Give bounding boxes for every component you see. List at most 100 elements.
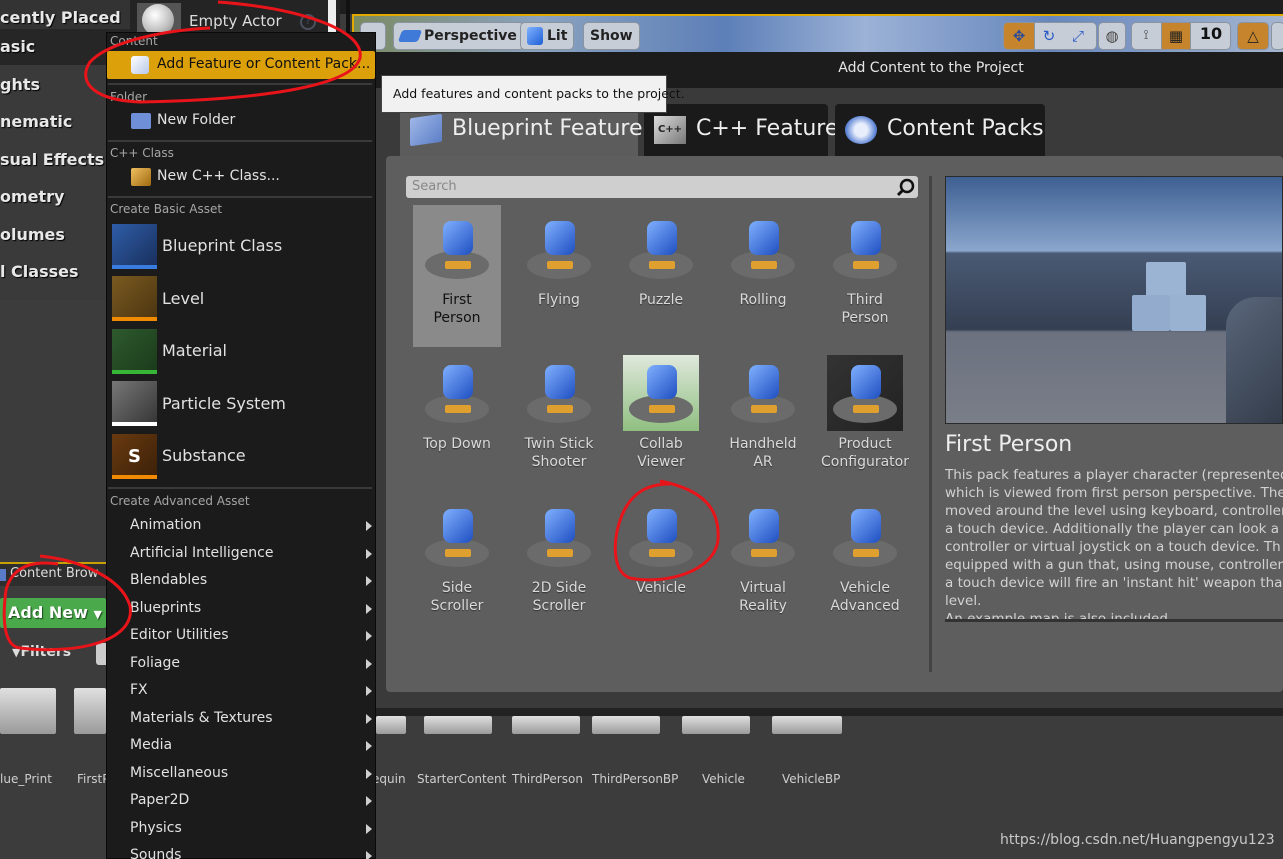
chevron-right-icon (366, 603, 372, 614)
folder-label[interactable]: VehicleBP (782, 772, 840, 786)
folder-icon[interactable] (682, 716, 750, 734)
chevron-right-icon (366, 741, 372, 751)
menu-item-new-cpp-class[interactable]: New C++ Class... (157, 168, 280, 184)
template-icon (419, 355, 495, 431)
folder-label[interactable]: ThirdPerson (512, 772, 583, 786)
scrollbar[interactable] (328, 0, 336, 32)
template-label-line: Collab (639, 436, 683, 452)
template-icon (827, 355, 903, 431)
folder-icon[interactable] (424, 716, 492, 734)
add-new-button[interactable]: Add New ▼ (0, 598, 106, 628)
menu-item-advanced-asset[interactable]: Foliage (130, 655, 180, 671)
template-tile[interactable]: Puzzle (617, 205, 705, 347)
template-label-line: Advanced (830, 598, 900, 614)
template-tile[interactable]: Virtual Reality (719, 493, 807, 635)
object-shape (443, 365, 473, 399)
folder-icon[interactable] (0, 688, 56, 734)
template-label-line: Flying (538, 292, 580, 308)
folder-label[interactable]: FirstP (77, 772, 110, 786)
template-tile[interactable]: Rolling (719, 205, 807, 347)
menu-item-advanced-asset[interactable]: Paper2D (130, 792, 189, 808)
template-label-line: Side (441, 580, 473, 596)
menu-item-advanced-asset[interactable]: Sounds (130, 847, 181, 859)
template-description: This pack features a player character (r… (945, 467, 1283, 620)
search-icon[interactable] (894, 176, 918, 198)
template-tile[interactable]: Handheld AR (719, 349, 807, 491)
menu-item-advanced-asset[interactable]: Editor Utilities (130, 627, 229, 643)
folder-label[interactable]: ThirdPersonBP (592, 772, 678, 786)
arrows-shape (445, 549, 471, 557)
template-tile[interactable]: Collab Viewer (617, 349, 705, 491)
cpp-icon: C++ (654, 116, 686, 144)
folder-icon[interactable] (512, 716, 580, 734)
surface-snap-icon[interactable]: ⟟ (1131, 22, 1161, 50)
object-shape (851, 365, 881, 399)
folder-icon[interactable] (592, 716, 660, 734)
template-tile[interactable]: Twin Stick Shooter (515, 349, 603, 491)
template-tile[interactable]: Product Configurator (821, 349, 909, 491)
folder-label[interactable]: equin (372, 772, 406, 786)
menu-item-advanced-asset[interactable]: Miscellaneous (130, 765, 228, 781)
chevron-down-icon: ▼ (93, 608, 102, 621)
folder-icon[interactable] (74, 688, 106, 734)
template-icon (419, 211, 495, 287)
panel-divider[interactable] (929, 176, 932, 672)
menu-item-blueprint-class[interactable]: Blueprint Class (162, 236, 282, 255)
template-tile[interactable]: Third Person (821, 205, 909, 347)
menu-item-advanced-asset[interactable]: FX (130, 682, 148, 698)
folder-label[interactable]: Vehicle (702, 772, 745, 786)
lit-button[interactable]: Lit (520, 22, 575, 50)
template-tile[interactable]: First Person (413, 205, 501, 347)
particle-system-icon (112, 381, 157, 426)
menu-item-advanced-asset[interactable]: Animation (130, 517, 201, 533)
menu-item-level[interactable]: Level (162, 289, 204, 308)
folder-icon[interactable] (376, 716, 406, 734)
menu-item-advanced-asset[interactable]: Media (130, 737, 172, 753)
menu-item-advanced-asset[interactable]: Physics (130, 820, 182, 836)
menu-item-advanced-asset[interactable]: Materials & Textures (130, 710, 273, 726)
template-tile[interactable]: Vehicle Advanced (821, 493, 909, 635)
template-icon (623, 211, 699, 287)
menu-item-advanced-asset[interactable]: Artificial Intelligence (130, 545, 274, 561)
arrows-shape (751, 261, 777, 269)
preview-box (1132, 295, 1170, 331)
template-label: Twin Stick Shooter (507, 435, 611, 471)
filters-button[interactable]: ▼Filters (12, 644, 71, 660)
grid-snap-value[interactable]: 10 (1191, 20, 1231, 48)
level-tabs-strip (340, 0, 1283, 14)
rotation-snap-value[interactable] (1271, 22, 1283, 50)
arrows-shape (751, 405, 777, 413)
template-tile[interactable]: Side Scroller (413, 493, 501, 635)
folder-icon[interactable] (772, 716, 842, 734)
object-shape (545, 221, 575, 255)
menu-item-add-feature[interactable]: Add Feature or Content Pack... (157, 56, 370, 72)
template-tile[interactable]: Top Down (413, 349, 501, 491)
chevron-right-icon (366, 796, 372, 806)
scale-icon[interactable]: ⤢ (1063, 22, 1093, 50)
folder-label[interactable]: lue_Print (0, 772, 52, 786)
template-search-input[interactable]: Search (406, 176, 918, 198)
tab-content-packs[interactable]: Content Packs (835, 104, 1045, 156)
template-label-line: First (442, 292, 472, 308)
perspective-button[interactable]: Perspective (393, 22, 524, 50)
menu-item-new-folder[interactable]: New Folder (157, 112, 235, 128)
rotate-icon[interactable]: ↻ (1035, 22, 1063, 50)
preview-box (1146, 262, 1186, 298)
template-tile[interactable]: 2D Side Scroller (515, 493, 603, 635)
folder-label[interactable]: StarterContent (417, 772, 506, 786)
menu-item-substance[interactable]: Substance (162, 446, 246, 465)
template-tile[interactable]: Flying (515, 205, 603, 347)
template-label-line: Virtual (740, 580, 786, 596)
empty-actor-label[interactable]: Empty Actor (189, 12, 282, 30)
arrows-shape (853, 261, 879, 269)
template-label: Product Configurator (813, 435, 917, 471)
menu-item-advanced-asset[interactable]: Blueprints (130, 600, 201, 616)
menu-item-advanced-asset[interactable]: Blendables (130, 572, 207, 588)
object-shape (749, 221, 779, 255)
template-label-line: Product (838, 436, 892, 452)
menu-item-particle-system[interactable]: Particle System (162, 394, 286, 413)
template-tile[interactable]: Vehicle (617, 493, 705, 635)
help-icon[interactable]: ? (300, 14, 316, 30)
menu-item-material[interactable]: Material (162, 341, 227, 360)
show-button[interactable]: Show (583, 22, 640, 50)
